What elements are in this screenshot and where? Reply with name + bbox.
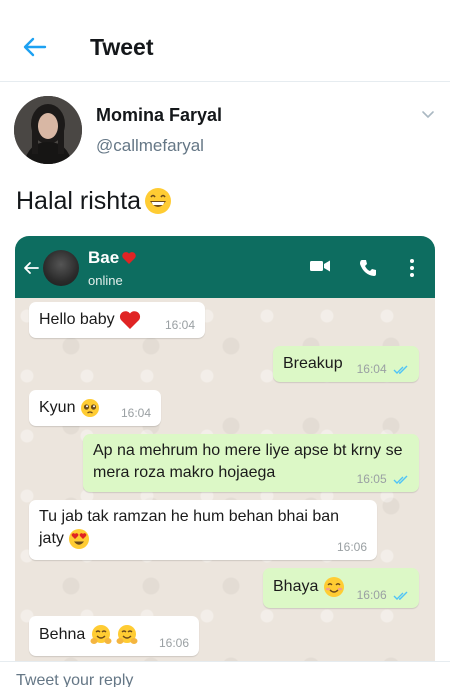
message-bubble: Bhaya 16:06	[263, 568, 419, 608]
message-time-label: 16:04	[356, 362, 387, 376]
avatar[interactable]	[14, 96, 82, 164]
whatsapp-header: Bae online	[15, 236, 435, 298]
user-handle[interactable]: @callmefaryal	[96, 136, 204, 156]
avatar-photo-icon	[14, 96, 82, 164]
message-time: 16:04	[357, 362, 409, 376]
message-time: 16:04	[164, 318, 195, 332]
contact-status: online	[88, 273, 123, 288]
top-bar: Tweet	[0, 0, 450, 82]
grinning-emoji-icon	[145, 188, 172, 214]
message-time: 16:04	[120, 406, 151, 420]
chevron-down-icon[interactable]	[420, 106, 436, 122]
message-time: 16:06	[336, 540, 367, 554]
smiling-blushing-emoji-icon	[323, 577, 344, 597]
message-text: Kyun	[39, 399, 76, 416]
contact-name-label: Bae	[88, 248, 120, 267]
pleading-face-emoji-icon	[80, 398, 99, 417]
display-name[interactable]: Momina Faryal	[96, 105, 222, 126]
back-arrow-icon	[24, 262, 39, 274]
reply-input[interactable]: Tweet your reply	[16, 672, 133, 687]
message-bubble: Breakup 16:04	[273, 346, 419, 382]
message-text: Bhaya	[273, 578, 319, 596]
message-bubble: Behna 16:06	[29, 616, 199, 656]
video-call-icon	[310, 260, 330, 272]
message-text: Behna	[39, 626, 86, 644]
hugging-face-emoji-icon	[116, 625, 138, 644]
message-bubble: Kyun 16:04	[29, 390, 161, 426]
chat-area: Hello baby 16:04 Breakup 16:04 Kyun 16:0…	[15, 298, 435, 661]
contact-avatar	[43, 250, 79, 286]
double-tick-icon	[393, 365, 408, 374]
message-time: 16:06	[357, 588, 409, 602]
message-time: 16:05	[357, 472, 409, 486]
message-bubble: Hello baby 16:04	[29, 302, 205, 338]
double-tick-icon	[393, 475, 408, 484]
message-time-label: 16:06	[356, 588, 387, 602]
heart-eyes-emoji-icon	[69, 529, 90, 549]
red-heart-icon	[122, 252, 136, 264]
message-bubble: Tu jab tak ramzan he hum behan bhai ban …	[29, 500, 377, 560]
red-heart-icon	[120, 310, 141, 329]
message-time: 16:06	[158, 636, 189, 650]
whatsapp-screenshot[interactable]: Bae online Hello baby 16:04 Breakup 16:0…	[15, 236, 435, 661]
tweet-author: Momina Faryal @callmefaryal	[14, 96, 444, 166]
phone-call-icon	[360, 260, 376, 276]
message-text: Breakup	[283, 355, 343, 372]
hugging-face-emoji-icon	[90, 625, 112, 644]
message-bubble: Ap na mehrum ho mere liye apse bt krny s…	[83, 434, 419, 492]
back-arrow-icon[interactable]	[22, 34, 48, 60]
tweet-text-label: Halal rishta	[16, 186, 142, 215]
contact-name: Bae	[88, 248, 137, 268]
message-text: Hello baby	[39, 311, 115, 328]
message-time-label: 16:05	[356, 472, 387, 486]
page-title: Tweet	[90, 34, 154, 60]
reply-bar[interactable]: Tweet your reply	[0, 661, 450, 687]
double-tick-icon	[393, 591, 408, 600]
tweet-text: Halal rishta	[16, 186, 173, 216]
more-options-icon	[410, 259, 414, 277]
